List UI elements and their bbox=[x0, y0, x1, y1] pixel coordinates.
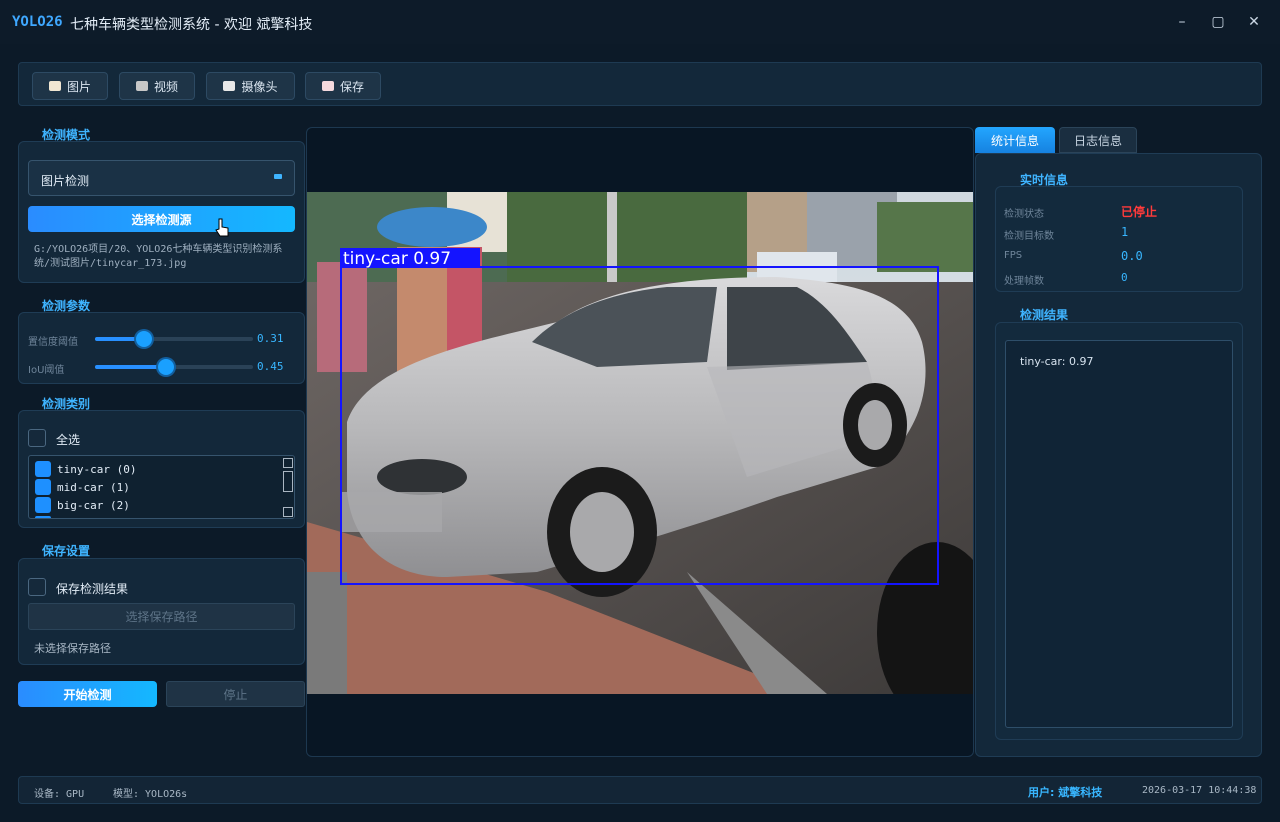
stop-button-label: 停止 bbox=[223, 687, 248, 702]
source-path: G:/YOLO26项目/20、YOLO26七种车辆类型识别检测系统/测试图片/t… bbox=[34, 244, 283, 269]
class-checkbox-partial bbox=[35, 516, 51, 518]
save-results-checkbox[interactable] bbox=[28, 578, 46, 596]
iou-label: IoU阈值 bbox=[28, 365, 65, 376]
dropdown-indicator-icon bbox=[274, 174, 282, 179]
minimize-button[interactable]: – bbox=[1172, 12, 1192, 32]
select-source-button[interactable]: 选择检测源 bbox=[28, 206, 295, 232]
mode-select-value: 图片检测 bbox=[41, 174, 90, 188]
conf-slider[interactable] bbox=[95, 331, 253, 347]
tab-stats[interactable]: 统计信息 bbox=[975, 127, 1055, 153]
conf-value: 0.31 bbox=[257, 332, 284, 345]
tab-log[interactable]: 日志信息 bbox=[1059, 127, 1137, 153]
start-button-label: 开始检测 bbox=[63, 687, 112, 702]
conf-slider-handle[interactable] bbox=[135, 331, 152, 347]
tab-stats-label: 统计信息 bbox=[990, 133, 1039, 148]
no-path-text: 未选择保存路径 bbox=[34, 642, 111, 655]
class-item[interactable]: tiny-car (0) bbox=[35, 461, 136, 477]
class-label: big-car (2) bbox=[57, 498, 130, 512]
image-display: tiny-car 0.97 bbox=[306, 127, 974, 757]
app-brand: YOLO26 bbox=[12, 14, 63, 30]
save-icon bbox=[321, 81, 334, 91]
classes-list[interactable]: tiny-car (0) mid-car (1) big-car (2) bbox=[28, 455, 295, 519]
class-label: tiny-car (0) bbox=[57, 462, 137, 476]
select-source-label: 选择检测源 bbox=[131, 212, 192, 227]
status-value: 已停止 bbox=[1121, 205, 1158, 219]
stop-button[interactable]: 停止 bbox=[166, 681, 305, 707]
choose-path-label: 选择保存路径 bbox=[125, 610, 198, 624]
save-button[interactable]: 保存 bbox=[305, 72, 381, 100]
conf-label: 置信度阈值 bbox=[28, 337, 78, 348]
image-button-label: 图片 bbox=[66, 79, 91, 94]
user-info: 用户: 斌擎科技 bbox=[1028, 786, 1103, 799]
title-bar: YOLO26 七种车辆类型检测系统 - 欢迎 斌擎科技 – ▢ ✕ bbox=[0, 0, 1280, 44]
scrollbar-thumb[interactable] bbox=[283, 471, 293, 492]
tab-log-label: 日志信息 bbox=[1073, 133, 1122, 148]
camera-button-label: 摄像头 bbox=[241, 79, 278, 94]
save-button-label: 保存 bbox=[339, 79, 364, 94]
status-bar: 设备: GPU 模型: YOLO26s 用户: 斌擎科技 2026-03-17 … bbox=[18, 776, 1262, 804]
iou-slider[interactable] bbox=[95, 359, 253, 375]
select-all-checkbox[interactable] bbox=[28, 429, 46, 447]
targets-label: 检测目标数 bbox=[1004, 231, 1054, 242]
detection-image: tiny-car 0.97 bbox=[307, 192, 973, 694]
camera-icon bbox=[223, 81, 236, 91]
scroll-down-button[interactable] bbox=[283, 507, 293, 517]
toolbar: 图片 视频 摄像头 保存 bbox=[18, 62, 1262, 106]
mode-select[interactable]: 图片检测 bbox=[28, 160, 295, 196]
video-icon bbox=[135, 81, 148, 91]
video-button[interactable]: 视频 bbox=[119, 72, 195, 100]
choose-path-button[interactable]: 选择保存路径 bbox=[28, 603, 295, 630]
class-item[interactable]: big-car (2) bbox=[35, 497, 130, 513]
save-section-title: 保存设置 bbox=[42, 544, 91, 558]
image-button[interactable]: 图片 bbox=[32, 72, 108, 100]
select-all-label: 全选 bbox=[56, 433, 81, 447]
device-info: 设备: GPU bbox=[34, 789, 85, 800]
result-item: tiny-car: 0.97 bbox=[1020, 355, 1094, 368]
iou-slider-handle[interactable] bbox=[158, 359, 175, 375]
model-info: 模型: YOLO26s bbox=[113, 789, 188, 800]
class-label: mid-car (1) bbox=[57, 480, 130, 494]
scroll-up-button[interactable] bbox=[283, 458, 293, 468]
class-item[interactable]: mid-car (1) bbox=[35, 479, 130, 495]
results-section-title: 检测结果 bbox=[1020, 308, 1069, 322]
image-icon bbox=[48, 81, 61, 91]
close-button[interactable]: ✕ bbox=[1244, 12, 1264, 32]
class-checkbox[interactable] bbox=[35, 479, 51, 495]
class-checkbox[interactable] bbox=[35, 497, 51, 513]
camera-button[interactable]: 摄像头 bbox=[206, 72, 295, 100]
fps-value: 0.0 bbox=[1121, 249, 1143, 263]
start-button[interactable]: 开始检测 bbox=[18, 681, 157, 707]
fps-label: FPS bbox=[1004, 250, 1023, 261]
status-label: 检测状态 bbox=[1004, 209, 1044, 220]
frames-value: 0 bbox=[1121, 271, 1128, 284]
detection-label: tiny-car 0.97 bbox=[343, 249, 451, 269]
window-title: 七种车辆类型检测系统 - 欢迎 斌擎科技 bbox=[70, 17, 313, 33]
iou-value: 0.45 bbox=[257, 360, 284, 373]
cursor-icon bbox=[215, 218, 229, 237]
datetime: 2026-03-17 10:44:38 bbox=[1142, 785, 1257, 796]
class-checkbox[interactable] bbox=[35, 461, 51, 477]
targets-value: 1 bbox=[1121, 225, 1129, 239]
frames-label: 处理帧数 bbox=[1004, 276, 1044, 287]
video-button-label: 视频 bbox=[153, 79, 178, 94]
results-list[interactable]: tiny-car: 0.97 bbox=[1005, 340, 1233, 728]
maximize-button[interactable]: ▢ bbox=[1208, 12, 1228, 32]
iou-slider-fill bbox=[95, 365, 167, 369]
save-results-label: 保存检测结果 bbox=[56, 582, 129, 596]
